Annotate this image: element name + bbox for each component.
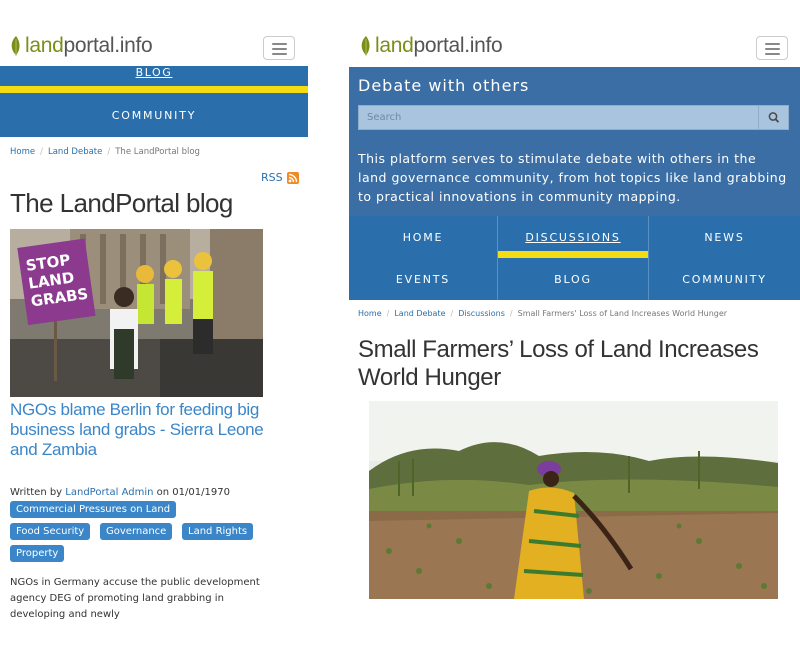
search-input[interactable]	[359, 106, 759, 129]
search-form	[358, 105, 789, 130]
leaf-logo-icon	[11, 36, 20, 56]
hero-description: This platform serves to stimulate debate…	[358, 151, 787, 204]
page-title: Small Farmers’ Loss of Land Increases Wo…	[358, 336, 759, 391]
blog-post-image[interactable]: STOP LAND GRABS	[10, 229, 263, 397]
nav-item-blog-label: BLOG	[135, 66, 173, 79]
menu-toggle-button[interactable]	[263, 36, 295, 60]
nav-divider	[497, 216, 498, 300]
logo-prefix: land	[25, 34, 64, 57]
nav-item-community-label: COMMUNITY	[111, 108, 197, 122]
logo-prefix: land	[375, 34, 414, 57]
written-by-label: Written by	[10, 487, 63, 498]
nav-item-events[interactable]: EVENTS	[349, 258, 497, 300]
breadcrumb-discussions[interactable]: Discussions	[458, 309, 505, 318]
hamburger-icon	[765, 43, 780, 45]
tag-commercial-pressures[interactable]: Commercial Pressures on Land	[10, 501, 177, 518]
nav-item-community[interactable]: COMMUNITY	[0, 93, 308, 137]
page-title: The LandPortal blog	[10, 188, 233, 218]
breadcrumb: Home / Land Debate / Discussions / Small Farme…	[358, 309, 728, 318]
nav-item-blog[interactable]: BLOG	[0, 66, 308, 86]
active-indicator	[0, 86, 308, 93]
search-button[interactable]	[758, 106, 788, 129]
breadcrumb-land-debate[interactable]: Land Debate	[394, 309, 445, 318]
nav-item-news[interactable]: NEWS	[649, 216, 800, 258]
site-header: landportal.info	[349, 0, 800, 66]
rss-icon	[286, 171, 299, 184]
article-image	[369, 401, 778, 599]
nav-item-home[interactable]: HOME	[349, 216, 497, 258]
breadcrumb-current: The LandPortal blog	[115, 147, 200, 157]
leaf-logo-icon	[361, 36, 370, 56]
site-header: landportal.info	[0, 0, 308, 66]
rss-label: RSS	[261, 171, 283, 184]
site-logo[interactable]: landportal.info	[10, 34, 153, 58]
breadcrumb-land-debate[interactable]: Land Debate	[48, 147, 102, 157]
post-excerpt: NGOs in Germany accuse the public develo…	[10, 577, 260, 620]
breadcrumb-current: Small Farmers' Loss of Land Increases Wo…	[517, 309, 728, 318]
breadcrumb: Home / Land Debate / The LandPortal blog	[10, 147, 200, 157]
logo-suffix: portal.info	[413, 34, 503, 57]
hero-section: Debate with others This platform serves …	[349, 67, 800, 216]
hamburger-icon	[272, 43, 287, 45]
hero-title: Debate with others	[358, 76, 530, 95]
tag-property[interactable]: Property	[10, 545, 65, 562]
nav-item-blog[interactable]: BLOG	[498, 258, 648, 300]
active-indicator	[498, 251, 648, 258]
blog-post-title-link[interactable]: NGOs blame Berlin for feeding big busine…	[10, 400, 270, 460]
right-mobile-view: landportal.info Debate with others This …	[349, 0, 800, 658]
post-byline: Written by LandPortal Admin on 01/01/197…	[10, 487, 230, 498]
tag-governance[interactable]: Governance	[100, 523, 173, 540]
left-mobile-view: landportal.info BLOG COMMUNITY Home / Land…	[0, 0, 308, 658]
tag-food-security[interactable]: Food Security	[10, 523, 91, 540]
author-link[interactable]: LandPortal Admin	[65, 487, 153, 498]
post-date: on 01/01/1970	[156, 487, 230, 498]
breadcrumb-home[interactable]: Home	[10, 147, 35, 157]
tag-land-rights[interactable]: Land Rights	[182, 523, 254, 540]
breadcrumb-home[interactable]: Home	[358, 309, 382, 318]
logo-suffix: portal.info	[63, 34, 153, 57]
rss-link[interactable]: RSS	[261, 171, 299, 184]
menu-toggle-button[interactable]	[756, 36, 788, 60]
main-nav: HOME DISCUSSIONS NEWS EVENTS BLOG COMMUN…	[349, 216, 800, 300]
site-logo[interactable]: landportal.info	[360, 34, 503, 58]
nav-item-community[interactable]: COMMUNITY	[649, 258, 800, 300]
nav-divider	[648, 216, 649, 300]
search-icon	[768, 112, 780, 123]
